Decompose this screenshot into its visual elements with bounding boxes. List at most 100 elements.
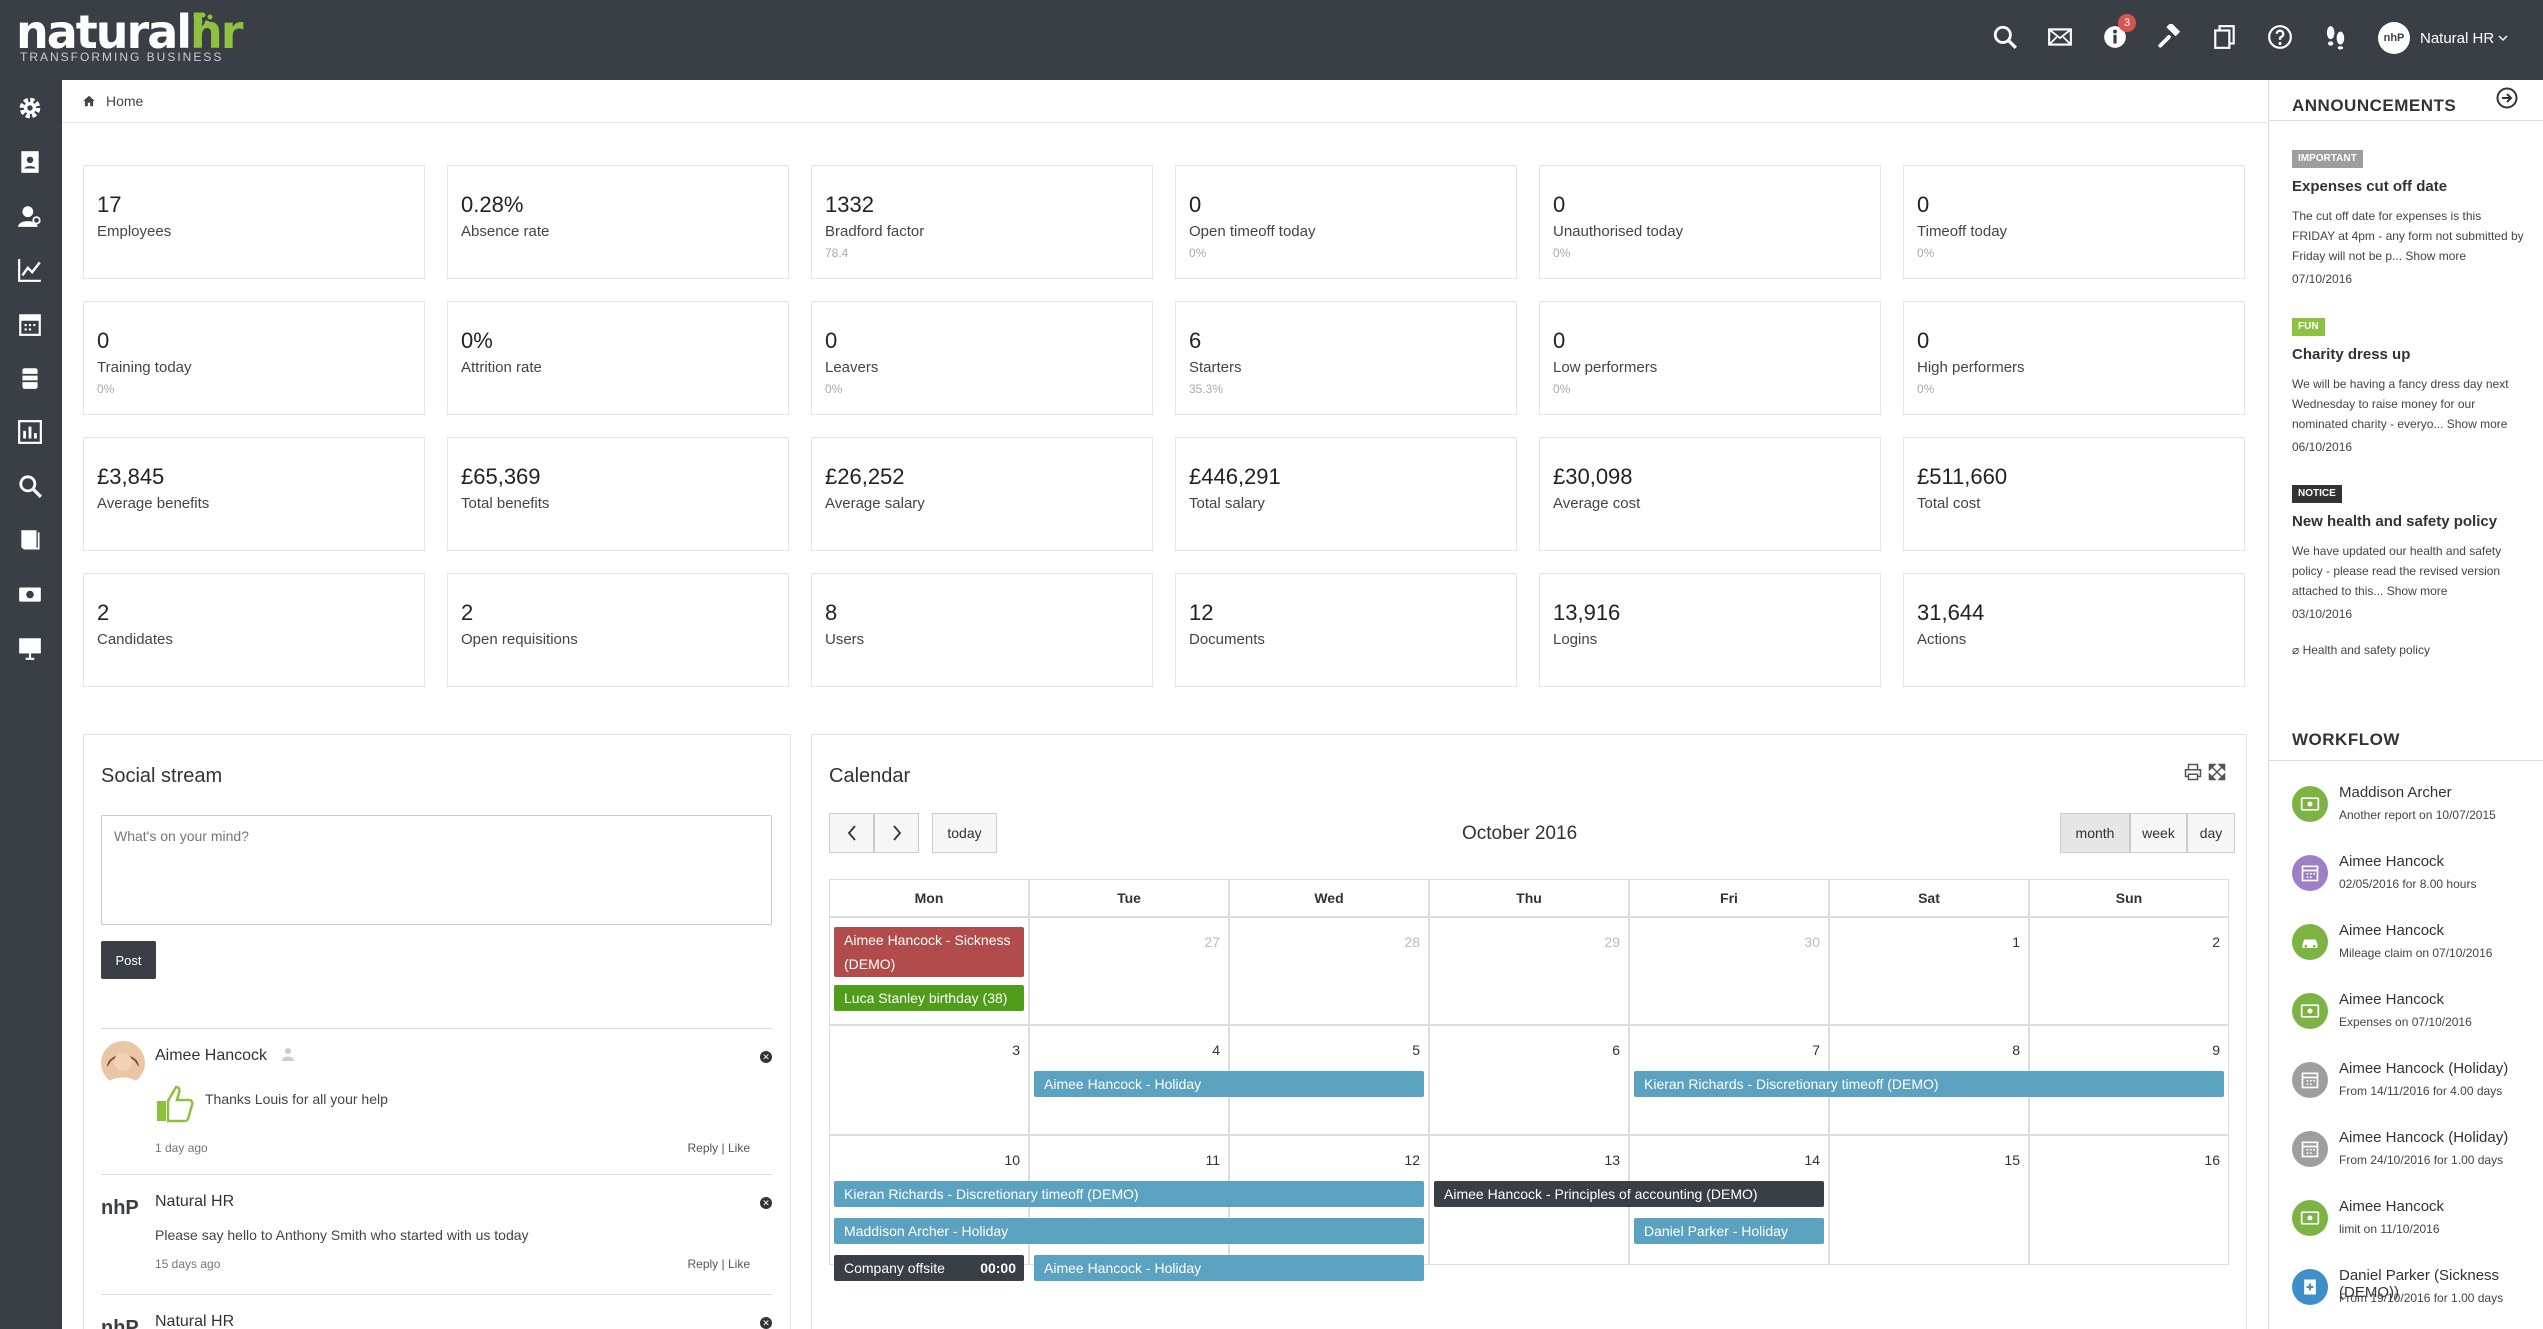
calendar-event[interactable]: Kieran Richards - Discretionary timeoff … <box>1634 1071 2224 1097</box>
user-menu[interactable]: nhP Natural HR <box>2378 22 2508 54</box>
stat-card[interactable]: 12 Documents <box>1175 573 1517 687</box>
today-button[interactable]: today <box>932 813 997 853</box>
close-icon[interactable]: ✕ <box>760 1317 772 1329</box>
stat-card[interactable]: £446,291 Total salary <box>1175 437 1517 551</box>
stat-card[interactable]: 0 Unauthorised today 0% <box>1539 165 1881 279</box>
calendar-event[interactable]: Aimee Hancock - Holiday <box>1034 1255 1424 1281</box>
calendar-event[interactable]: Aimee Hancock - Principles of accounting… <box>1434 1181 1824 1207</box>
stat-card[interactable]: 0 Low performers 0% <box>1539 301 1881 415</box>
stat-card[interactable]: 0 High performers 0% <box>1903 301 2245 415</box>
search-icon[interactable] <box>14 470 46 502</box>
workflow-item[interactable]: Daniel Parker (Sickness (DEMO)) From 19/1… <box>2292 1263 2542 1323</box>
announcement-title[interactable]: Expenses cut off date <box>2292 178 2447 195</box>
calendar-event[interactable]: Daniel Parker - Holiday <box>1634 1218 1824 1244</box>
post-input[interactable] <box>101 815 772 925</box>
calendar-icon[interactable] <box>14 308 46 340</box>
workflow-item[interactable]: Aimee Hancock limit on 11/10/2016 <box>2292 1194 2542 1254</box>
stat-card[interactable]: 1332 Bradford factor 78.4 <box>811 165 1153 279</box>
calendar-day-cell[interactable]: 3 <box>829 1025 1029 1135</box>
calendar-day-cell[interactable]: 29 <box>1429 917 1629 1025</box>
footsteps-icon[interactable] <box>2320 22 2350 52</box>
address-book-icon[interactable] <box>14 146 46 178</box>
mail-icon[interactable] <box>2045 22 2075 52</box>
reply-link[interactable]: Reply <box>687 1257 718 1271</box>
next-button[interactable] <box>874 813 919 853</box>
help-icon[interactable] <box>2265 22 2295 52</box>
prev-button[interactable] <box>829 813 874 853</box>
info-icon[interactable]: 3 <box>2100 14 2136 52</box>
calendar-day-cell[interactable]: 6 <box>1429 1025 1629 1135</box>
monitor-icon[interactable] <box>14 632 46 664</box>
chart-line-icon[interactable] <box>14 254 46 286</box>
workflow-item[interactable]: Aimee Hancock Mileage claim on 07/10/2016 <box>2292 918 2542 978</box>
stat-card[interactable]: £26,252 Average salary <box>811 437 1153 551</box>
view-day-button[interactable]: day <box>2187 813 2235 853</box>
like-link[interactable]: Like <box>728 1257 750 1271</box>
show-more-link[interactable]: Show more <box>2387 584 2448 598</box>
post-button[interactable]: Post <box>101 941 156 979</box>
calendar-event[interactable]: Company offsite 00:00 <box>834 1255 1024 1281</box>
show-more-link[interactable]: Show more <box>2447 417 2508 431</box>
calendar-day-cell[interactable]: 16 <box>2029 1135 2229 1265</box>
announcement-title[interactable]: Charity dress up <box>2292 346 2410 363</box>
announcement-title[interactable]: New health and safety policy <box>2292 513 2497 530</box>
stat-card[interactable]: 31,644 Actions <box>1903 573 2245 687</box>
calendar-event[interactable]: Luca Stanley birthday (38) <box>834 985 1024 1011</box>
calendar-day-cell[interactable]: 2 <box>2029 917 2229 1025</box>
user-search-icon[interactable] <box>14 200 46 232</box>
view-week-button[interactable]: week <box>2130 813 2187 853</box>
bar-chart-icon[interactable] <box>14 416 46 448</box>
workflow-item[interactable]: Aimee Hancock (Holiday) From 14/11/2016 f… <box>2292 1056 2542 1116</box>
calendar-event[interactable]: Maddison Archer - Holiday <box>834 1218 1424 1244</box>
stat-card[interactable]: 0% Attrition rate <box>447 301 789 415</box>
database-icon[interactable] <box>14 362 46 394</box>
calendar-day-cell[interactable]: 30 <box>1629 917 1829 1025</box>
post-author[interactable]: Natural HR <box>155 1193 234 1211</box>
stat-card[interactable]: 6 Starters 35.3% <box>1175 301 1517 415</box>
workflow-item[interactable]: Aimee Hancock 02/05/2016 for 8.00 hours <box>2292 849 2542 909</box>
calendar-event[interactable]: Aimee Hancock - Sickness (DEMO) <box>834 927 1024 977</box>
breadcrumb-home[interactable]: Home <box>106 93 143 109</box>
stat-card[interactable]: 8 Users <box>811 573 1153 687</box>
calendar-day-cell[interactable]: 27 <box>1029 917 1229 1025</box>
close-icon[interactable]: ✕ <box>760 1197 772 1209</box>
search-icon[interactable] <box>1990 22 2020 52</box>
post-author[interactable]: Aimee Hancock <box>155 1047 267 1065</box>
close-icon[interactable]: ✕ <box>760 1051 772 1063</box>
workflow-item[interactable]: Aimee Hancock (Holiday) From 24/10/2016 f… <box>2292 1125 2542 1185</box>
reply-link[interactable]: Reply <box>687 1141 718 1155</box>
stat-card[interactable]: 0.28% Absence rate <box>447 165 789 279</box>
expand-icon[interactable] <box>2208 763 2226 781</box>
settings-icon[interactable] <box>14 92 46 124</box>
post-author[interactable]: Natural HR <box>155 1313 234 1329</box>
stat-card[interactable]: 13,916 Logins <box>1539 573 1881 687</box>
workflow-item[interactable]: Maddison Archer Another report on 10/07/2… <box>2292 780 2542 840</box>
documents-icon[interactable] <box>2210 22 2240 52</box>
calendar-day-cell[interactable]: 15 <box>1829 1135 2029 1265</box>
stat-card[interactable]: 17 Employees <box>83 165 425 279</box>
stat-card[interactable]: £3,845 Average benefits <box>83 437 425 551</box>
stat-card[interactable]: 0 Timeoff today 0% <box>1903 165 2245 279</box>
calendar-day-cell[interactable]: 1 <box>1829 917 2029 1025</box>
workflow-item[interactable]: Aimee Hancock Expenses on 07/10/2016 <box>2292 987 2542 1047</box>
calendar-event[interactable]: Kieran Richards - Discretionary timeoff … <box>834 1181 1424 1207</box>
show-more-link[interactable]: Show more <box>2405 249 2466 263</box>
stat-card[interactable]: £65,369 Total benefits <box>447 437 789 551</box>
view-month-button[interactable]: month <box>2060 813 2130 853</box>
stat-card[interactable]: 0 Training today 0% <box>83 301 425 415</box>
stat-card[interactable]: 0 Leavers 0% <box>811 301 1153 415</box>
arrow-circle-right-icon[interactable] <box>2495 86 2519 110</box>
book-icon[interactable] <box>14 524 46 556</box>
calendar-day-cell[interactable]: 28 <box>1229 917 1429 1025</box>
announcement-attachment[interactable]: ⌀ Health and safety policy <box>2292 643 2430 657</box>
stat-card[interactable]: 0 Open timeoff today 0% <box>1175 165 1517 279</box>
like-link[interactable]: Like <box>728 1141 750 1155</box>
stat-card[interactable]: 2 Candidates <box>83 573 425 687</box>
print-icon[interactable] <box>2184 763 2202 781</box>
stat-card[interactable]: 2 Open requisitions <box>447 573 789 687</box>
gavel-icon[interactable] <box>2155 22 2185 52</box>
stat-card[interactable]: £511,660 Total cost <box>1903 437 2245 551</box>
stat-card[interactable]: £30,098 Average cost <box>1539 437 1881 551</box>
money-icon[interactable] <box>14 578 46 610</box>
calendar-event[interactable]: Aimee Hancock - Holiday <box>1034 1071 1424 1097</box>
